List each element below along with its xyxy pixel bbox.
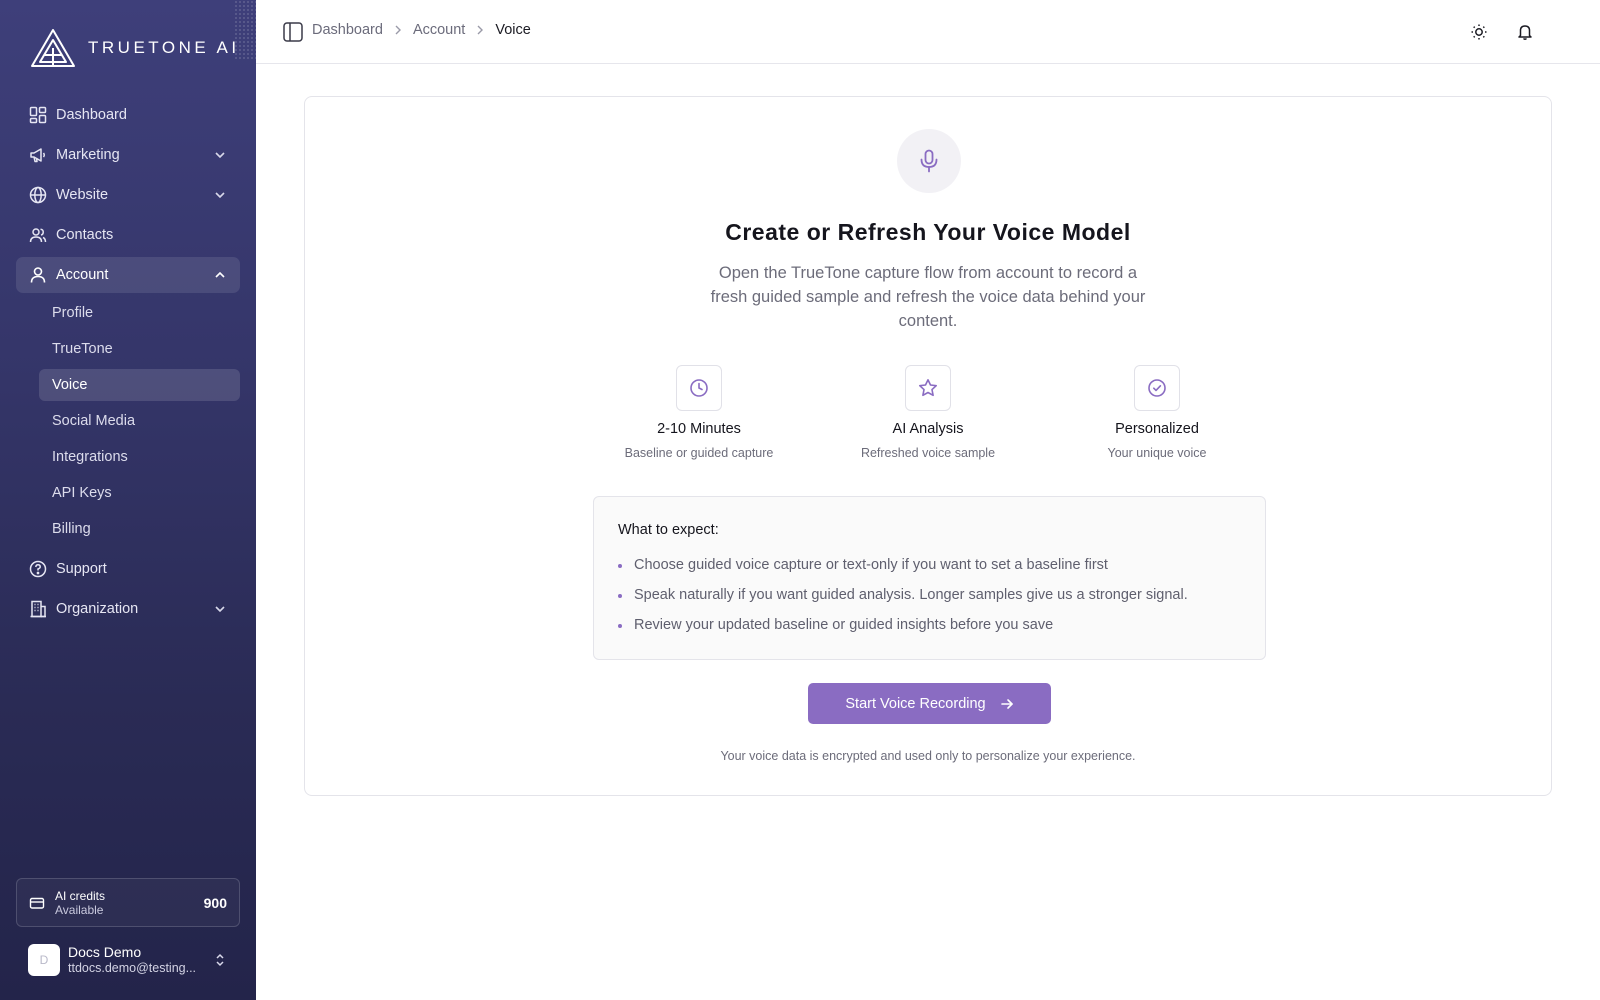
feature-personalized: Personalized Your unique voice	[1042, 365, 1272, 460]
check-circle-icon	[1134, 365, 1180, 411]
list-item-text: Review your updated baseline or guided i…	[634, 617, 1054, 633]
sidebar-item-support[interactable]: Support	[16, 551, 240, 587]
bullet-icon	[618, 594, 622, 598]
arrow-right-icon	[1000, 698, 1013, 709]
sidebar-nav: Dashboard Marketing Website Contacts Acc…	[16, 97, 240, 631]
building-icon	[28, 599, 48, 619]
microphone-icon	[920, 149, 938, 173]
sidebar-item-contacts[interactable]: Contacts	[16, 217, 240, 253]
sidebar-subitem-voice[interactable]: Voice	[39, 369, 240, 401]
breadcrumb-dashboard[interactable]: Dashboard	[312, 22, 383, 38]
sidebar-item-marketing[interactable]: Marketing	[16, 137, 240, 173]
globe-icon	[28, 185, 48, 205]
sidebar-item-account[interactable]: Account	[16, 257, 240, 293]
chevron-right-icon	[474, 24, 486, 36]
what-to-expect-box: What to expect: Choose guided voice capt…	[593, 496, 1266, 660]
sidebar-subitem-integrations[interactable]: Integrations	[39, 441, 240, 473]
users-icon	[28, 225, 48, 245]
avatar: D	[28, 944, 60, 976]
page-description: Open the TrueTone capture flow from acco…	[710, 264, 1146, 330]
sidebar-subitem-profile[interactable]: Profile	[39, 297, 240, 329]
sidebar-item-label: Account	[56, 267, 109, 283]
sidebar-item-organization[interactable]: Organization	[16, 591, 240, 627]
start-voice-recording-button[interactable]: Start Voice Recording	[808, 683, 1051, 724]
notifications-button[interactable]	[1513, 20, 1537, 44]
sidebar: TRUETONE AI Dashboard Marketing Website	[0, 0, 256, 1000]
mic-badge	[897, 129, 961, 193]
account-subnav: Profile TrueTone Voice Social Media Inte…	[16, 297, 240, 545]
sidebar-item-label: Marketing	[56, 147, 120, 163]
feature-title: Personalized	[1115, 421, 1199, 437]
feature-title: 2-10 Minutes	[657, 421, 741, 437]
top-header: Dashboard Account Voice	[256, 0, 1600, 64]
sidebar-subitem-billing[interactable]: Billing	[39, 513, 240, 545]
page-title: Create or Refresh Your Voice Model	[725, 219, 1131, 245]
help-circle-icon	[28, 559, 48, 579]
list-item: Review your updated baseline or guided i…	[618, 610, 1241, 640]
breadcrumb-voice: Voice	[495, 22, 531, 38]
list-item-text: Choose guided voice capture or text-only…	[634, 557, 1108, 573]
feature-duration: 2-10 Minutes Baseline or guided capture	[584, 365, 814, 460]
feature-subtitle: Baseline or guided capture	[624, 446, 774, 460]
sidebar-subitem-social-media[interactable]: Social Media	[39, 405, 240, 437]
voice-setup-card: Create or Refresh Your Voice Model Open …	[304, 96, 1552, 796]
feature-subtitle: Refreshed voice sample	[860, 446, 996, 460]
star-icon	[905, 365, 951, 411]
credits-value: 900	[203, 894, 227, 911]
sidebar-item-label: Support	[56, 561, 107, 577]
clock-icon	[676, 365, 722, 411]
brand-name: TRUETONE AI	[88, 38, 240, 57]
breadcrumb-account[interactable]: Account	[413, 22, 465, 38]
privacy-note: Your voice data is encrypted and used on…	[720, 749, 1136, 763]
theme-toggle-button[interactable]	[1467, 20, 1491, 44]
button-label: Start Voice Recording	[845, 695, 986, 712]
sidebar-item-label: Website	[56, 187, 109, 203]
breadcrumb: Dashboard Account Voice	[312, 22, 531, 38]
user-menu[interactable]: D Docs Demo ttdocs.demo@testing...	[28, 943, 240, 977]
list-item: Choose guided voice capture or text-only…	[618, 550, 1241, 580]
credit-card-icon	[29, 897, 45, 909]
sidebar-subitem-api-keys[interactable]: API Keys	[39, 477, 240, 509]
feature-title: AI Analysis	[892, 421, 964, 437]
expect-list: Choose guided voice capture or text-only…	[618, 550, 1241, 640]
ai-credits-panel[interactable]: AI credits Available 900	[16, 878, 240, 927]
feature-ai-analysis: AI Analysis Refreshed voice sample	[813, 365, 1043, 460]
user-name: Docs Demo	[68, 944, 142, 960]
sun-icon	[1471, 24, 1487, 40]
bell-icon	[1518, 25, 1532, 40]
sidebar-subitem-truetone[interactable]: TrueTone	[39, 333, 240, 365]
chevron-down-icon	[215, 152, 225, 159]
sidebar-item-label: Contacts	[56, 227, 114, 243]
user-email: ttdocs.demo@testing...	[68, 961, 197, 975]
chevron-up-icon	[215, 271, 225, 278]
credits-title: AI credits	[55, 888, 106, 903]
list-item-text: Speak naturally if you want guided analy…	[634, 587, 1188, 603]
bullet-icon	[618, 564, 622, 568]
truetone-logo-icon	[31, 29, 75, 67]
chevron-right-icon	[392, 24, 404, 36]
megaphone-icon	[28, 145, 48, 165]
sidebar-item-label: Dashboard	[56, 107, 127, 123]
chevrons-up-down-icon	[216, 953, 224, 967]
feature-subtitle: Your unique voice	[1107, 446, 1207, 460]
expect-title: What to expect:	[618, 522, 719, 538]
logo[interactable]: TRUETONE AI	[30, 28, 240, 68]
credits-subtitle: Available	[55, 902, 104, 917]
sidebar-item-label: Organization	[56, 601, 139, 617]
chevron-down-icon	[215, 192, 225, 199]
sidebar-toggle-icon[interactable]	[282, 21, 304, 43]
chevron-down-icon	[215, 606, 225, 613]
sidebar-item-dashboard[interactable]: Dashboard	[16, 97, 240, 133]
bullet-icon	[618, 624, 622, 628]
user-icon	[28, 265, 48, 285]
sidebar-item-website[interactable]: Website	[16, 177, 240, 213]
dashboard-icon	[28, 105, 48, 125]
list-item: Speak naturally if you want guided analy…	[618, 580, 1241, 610]
